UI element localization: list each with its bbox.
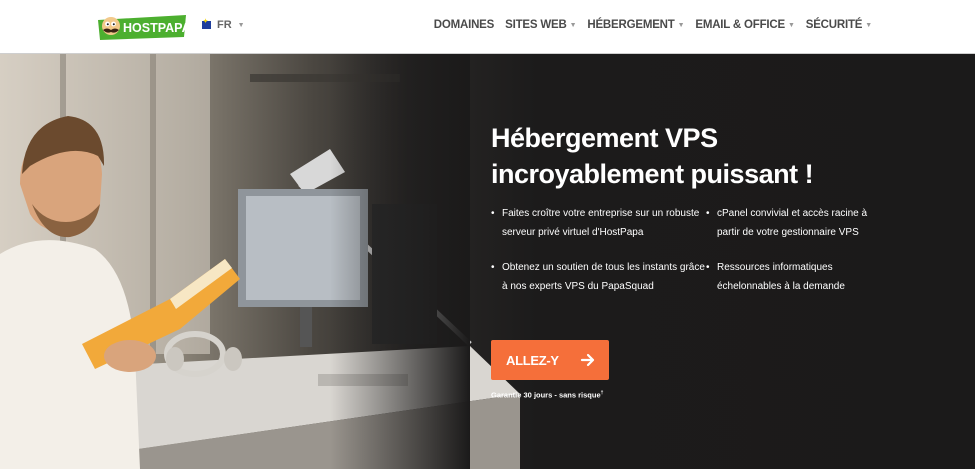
feature-bullet: • Faites croître votre entreprise sur un…	[491, 205, 711, 242]
guarantee-note: Garantie 30 jours - sans risque†	[491, 390, 603, 400]
chevron-down-icon: ▼	[865, 21, 872, 29]
nav-item-sites-web[interactable]: SITES WEB ▼	[505, 19, 576, 31]
allez-y-button[interactable]: ALLEZ-Y	[491, 340, 609, 380]
arrow-right-icon	[580, 353, 595, 367]
feature-bullet: • cPanel convivial et accès racine à par…	[706, 205, 926, 242]
chevron-down-icon: ▼	[569, 21, 577, 29]
language-selector[interactable]: FR ▼	[202, 18, 245, 31]
language-label: FR	[217, 19, 232, 31]
feature-line: serveur privé virtuel d'HostPapa	[502, 226, 644, 238]
cta-label: ALLEZ-Y	[506, 352, 559, 368]
feature-line: à nos experts VPS du PapaSquad	[502, 280, 654, 292]
feature-line: partir de votre gestionnaire VPS	[717, 226, 859, 238]
chevron-down-icon: ▼	[677, 21, 685, 29]
hero-title-line-2: incroyablement puissant !	[491, 159, 814, 189]
svg-text:HOSTPAPA: HOSTPAPA	[123, 21, 188, 35]
hostpapa-logo[interactable]: HOSTPAPA	[96, 11, 188, 43]
eu-flag-icon	[202, 18, 211, 29]
feature-bullet: • Obtenez un soutien de tous les instant…	[491, 259, 711, 296]
nav-item-label: SÉCURITÉ	[805, 19, 863, 31]
site-header: HOSTPAPA FR ▼ DOMAINES SITES WEB ▼ HÉBER…	[0, 0, 975, 54]
feature-line: Faites croître votre entreprise sur un r…	[502, 208, 700, 219]
nav-item-email-office[interactable]: EMAIL & OFFICE ▼	[695, 19, 795, 31]
guarantee-footnote-mark: †	[600, 390, 604, 396]
bullet-icon: •	[706, 262, 710, 273]
main-nav: DOMAINES SITES WEB ▼ HÉBERGEMENT ▼ EMAIL…	[434, 19, 872, 31]
feature-line: Ressources informatiques	[717, 262, 833, 273]
nav-item-label: HÉBERGEMENT	[587, 19, 675, 31]
nav-item-hebergement[interactable]: HÉBERGEMENT ▼	[587, 19, 684, 31]
bullet-icon: •	[706, 208, 710, 219]
nav-item-securite[interactable]: SÉCURITÉ ▼	[806, 19, 872, 31]
nav-item-domaines[interactable]: DOMAINES	[433, 19, 495, 31]
nav-item-label: SITES WEB	[505, 19, 567, 31]
chevron-down-icon: ▼	[237, 21, 245, 29]
bullet-icon: •	[491, 262, 495, 273]
nav-item-label: DOMAINES	[433, 19, 495, 31]
hero-banner: Hébergement VPS incroyablement puissant …	[0, 54, 975, 469]
nav-item-label: EMAIL & OFFICE	[695, 19, 785, 31]
guarantee-text: Garantie 30 jours - sans risque	[491, 390, 601, 400]
bullet-icon: •	[491, 208, 495, 219]
hero-title: Hébergement VPS incroyablement puissant …	[491, 120, 814, 192]
feature-line: Obtenez un soutien de tous les instants …	[502, 262, 705, 273]
page: HOSTPAPA FR ▼ DOMAINES SITES WEB ▼ HÉBER…	[0, 0, 975, 469]
feature-line: cPanel convivial et accès racine à	[717, 208, 868, 219]
feature-bullet: • Ressources informatiques échelonnables…	[706, 259, 926, 296]
chevron-down-icon: ▼	[787, 21, 795, 29]
hero-title-line-1: Hébergement VPS	[491, 123, 718, 153]
feature-line: échelonnables à la demande	[717, 280, 845, 292]
